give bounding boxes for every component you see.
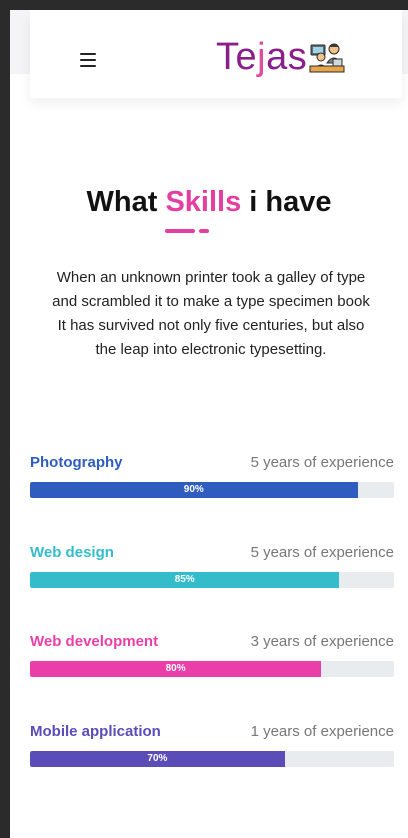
- progress-track: 85%: [30, 572, 394, 588]
- logo-text: Tejas: [216, 36, 308, 78]
- skill-experience: 1 years of experience: [250, 723, 394, 740]
- section-intro: When an unknown printer took a galley of…: [52, 269, 370, 358]
- skill-name: Web design: [30, 544, 114, 561]
- progress-track: 80%: [30, 661, 394, 677]
- progress-label: 85%: [174, 574, 195, 585]
- progress-track: 90%: [30, 482, 394, 498]
- section-title: What Skills i have: [86, 186, 332, 218]
- progress-bar-fill: 90%: [30, 482, 358, 498]
- progress-track: 70%: [30, 751, 394, 767]
- progress-label: 70%: [147, 753, 168, 764]
- progress-label: 80%: [165, 663, 186, 674]
- progress-bar-fill: 70%: [30, 751, 285, 767]
- site-header: Tejas: [30, 10, 402, 98]
- skill-experience: 5 years of experience: [250, 544, 394, 561]
- skill-name: Web development: [30, 633, 159, 650]
- page: Tejas What Skills i have When an unknown…: [10, 10, 408, 838]
- skill-name: Mobile application: [30, 723, 161, 740]
- people-at-desk-icon: [309, 43, 345, 73]
- skill-name: Photography: [30, 454, 123, 471]
- progress-bar-fill: 85%: [30, 572, 340, 588]
- progress-label: 90%: [183, 484, 204, 495]
- progress-bar-fill: 80%: [30, 661, 322, 677]
- skill-experience: 5 years of experience: [250, 454, 394, 471]
- skill-experience: 3 years of experience: [250, 633, 394, 650]
- hamburger-menu-icon[interactable]: [80, 53, 96, 67]
- site-logo[interactable]: Tejas: [216, 37, 345, 77]
